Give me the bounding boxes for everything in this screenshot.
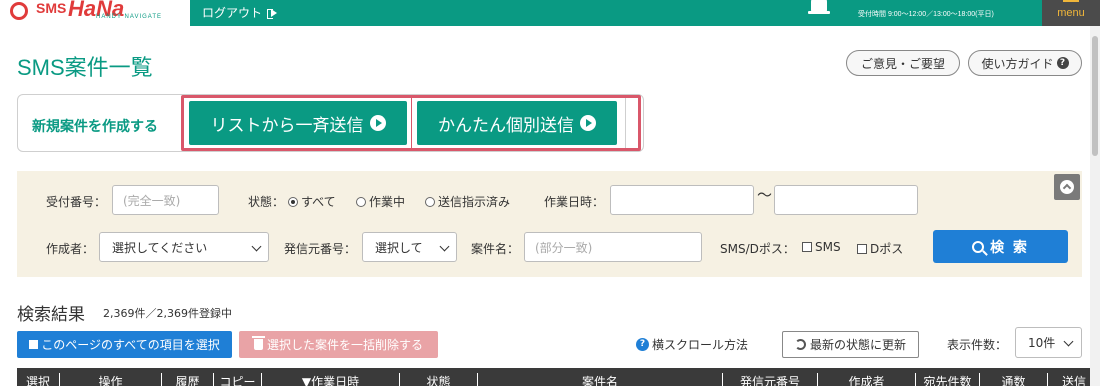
column-header-message-count: 通数 <box>979 373 1047 386</box>
create-case-label: 新規案件を作成する <box>32 119 158 135</box>
column-header-history: 履歴 <box>161 373 213 386</box>
status-radio-all[interactable]: すべて <box>288 193 336 210</box>
search-icon <box>972 240 985 253</box>
case-name-placeholder: (部分一致) <box>535 240 593 255</box>
bell-icon[interactable] <box>806 0 832 16</box>
sender-no-label: 発信元番号： <box>284 242 357 256</box>
column-header-actions: 操作 <box>59 373 161 386</box>
refresh-icon <box>794 339 806 350</box>
logo-sms-text: SMS <box>36 0 67 16</box>
creator-select[interactable]: 選択してください <box>99 232 269 262</box>
sender-no-select-value: 選択して <box>375 240 423 255</box>
per-page-value: 10件 <box>1028 336 1056 350</box>
scroll-help-label: 横スクロール方法 <box>652 338 749 352</box>
range-separator: 〜 <box>757 186 773 204</box>
status-label: 状態： <box>248 195 285 209</box>
work-datetime-label: 作業日時： <box>544 195 605 209</box>
question-icon: ? <box>636 338 649 351</box>
highlight-divider <box>411 95 412 151</box>
reception-no-label: 受付番号： <box>46 195 107 209</box>
checkbox-icon <box>29 340 39 349</box>
dbox-checkbox[interactable]: Dポス <box>857 240 903 257</box>
usage-guide-button[interactable]: 使い方ガイド ? <box>968 50 1082 76</box>
hamburger-icon <box>1063 0 1079 2</box>
sms-checkbox[interactable]: SMS <box>802 240 841 254</box>
search-button-label: 検 索 <box>990 239 1029 256</box>
column-header-work-datetime[interactable]: ▼作業日時 <box>261 373 399 386</box>
logout-label: ログアウト <box>202 6 263 20</box>
logout-link[interactable]: ログアウト <box>202 4 278 21</box>
status-radio-sent[interactable]: 送信指示済み <box>425 193 510 210</box>
creator-label: 作成者： <box>46 242 95 256</box>
page-title: SMS案件一覧 <box>17 55 153 80</box>
results-title: 検索結果 <box>17 305 85 325</box>
refresh-button[interactable]: 最新の状態に更新 <box>782 331 919 358</box>
bulk-delete-button[interactable]: 選択した案件を一括削除する <box>239 331 438 358</box>
guide-label: 使い方ガイド <box>981 56 1054 71</box>
table-header: 選択 操作 履歴 コピー ▼作業日時 状態 案件名 発信元番号 作成者 宛先件数… <box>17 368 1100 386</box>
logo-subtitle: HANDY NAVIGATE <box>96 14 163 20</box>
radio-icon <box>356 196 366 207</box>
status-option-working: 作業中 <box>369 195 406 209</box>
column-header-creator: 作成者 <box>817 373 915 386</box>
vertical-scrollbar[interactable] <box>1090 26 1100 386</box>
column-header-copy: コピー <box>213 373 261 386</box>
reception-no-placeholder: (完全一致) <box>123 193 181 208</box>
per-page-label: 表示件数： <box>947 338 1008 352</box>
radio-selected-icon <box>288 196 298 207</box>
column-header-case-name: 案件名 <box>477 373 722 386</box>
trash-icon <box>251 336 265 350</box>
scrollbar-thumb[interactable] <box>1092 36 1098 156</box>
column-header-status: 状態 <box>399 373 477 386</box>
question-icon: ? <box>1056 57 1069 69</box>
column-header-sender-no: 発信元番号 <box>722 373 817 386</box>
sms-option-label: SMS <box>815 240 841 254</box>
select-all-label: このページのすべての項目を選択 <box>41 338 220 352</box>
menu-button[interactable]: menu <box>1042 0 1100 26</box>
bulk-delete-label: 選択した案件を一括削除する <box>266 338 423 352</box>
chevron-up-icon <box>1060 180 1074 194</box>
results-count: 2,369件／2,369件登録中 <box>103 307 232 320</box>
work-datetime-from-input[interactable] <box>610 185 754 215</box>
radio-icon <box>425 196 435 207</box>
checkbox-icon <box>857 243 867 254</box>
column-header-recipients: 宛先件数 <box>915 373 979 386</box>
reception-hours: 受付時間 9:00〜12:00／13:00〜18:00(平日) <box>858 11 994 18</box>
menu-label: menu <box>1057 7 1085 19</box>
logo[interactable]: SMS HaNa HANDY NAVIGATE <box>0 0 190 26</box>
sms-dbox-label: SMS/Dポス： <box>720 242 795 256</box>
status-option-sent: 送信指示済み <box>438 195 511 209</box>
case-name-label: 案件名： <box>471 242 520 256</box>
logout-icon <box>267 8 278 19</box>
feedback-button[interactable]: ご意見・ご要望 <box>846 50 960 76</box>
top-header: SMS HaNa HANDY NAVIGATE ログアウト 受付時間 9:00〜… <box>0 0 1100 26</box>
per-page-select[interactable]: 10件 <box>1015 327 1082 358</box>
collapse-button[interactable] <box>1054 174 1080 200</box>
scroll-help-link[interactable]: ? 横スクロール方法 <box>636 336 748 353</box>
checkbox-icon <box>802 241 812 252</box>
reception-no-input[interactable]: (完全一致) <box>112 185 219 215</box>
feedback-label: ご意見・ご要望 <box>860 56 945 71</box>
status-radio-working[interactable]: 作業中 <box>356 193 405 210</box>
select-all-page-button[interactable]: このページのすべての項目を選択 <box>17 331 232 358</box>
search-button[interactable]: 検 索 <box>933 230 1068 263</box>
creator-select-value: 選択してください <box>112 240 208 255</box>
dbox-option-label: Dポス <box>870 242 904 256</box>
status-option-all: すべて <box>301 195 336 209</box>
column-header-select: 選択 <box>25 375 50 386</box>
work-datetime-to-input[interactable] <box>774 185 918 215</box>
sender-no-select[interactable]: 選択して <box>362 232 457 262</box>
logo-flower-icon <box>10 2 28 20</box>
refresh-label: 最新の状態に更新 <box>809 338 906 352</box>
case-name-input[interactable]: (部分一致) <box>524 232 702 262</box>
